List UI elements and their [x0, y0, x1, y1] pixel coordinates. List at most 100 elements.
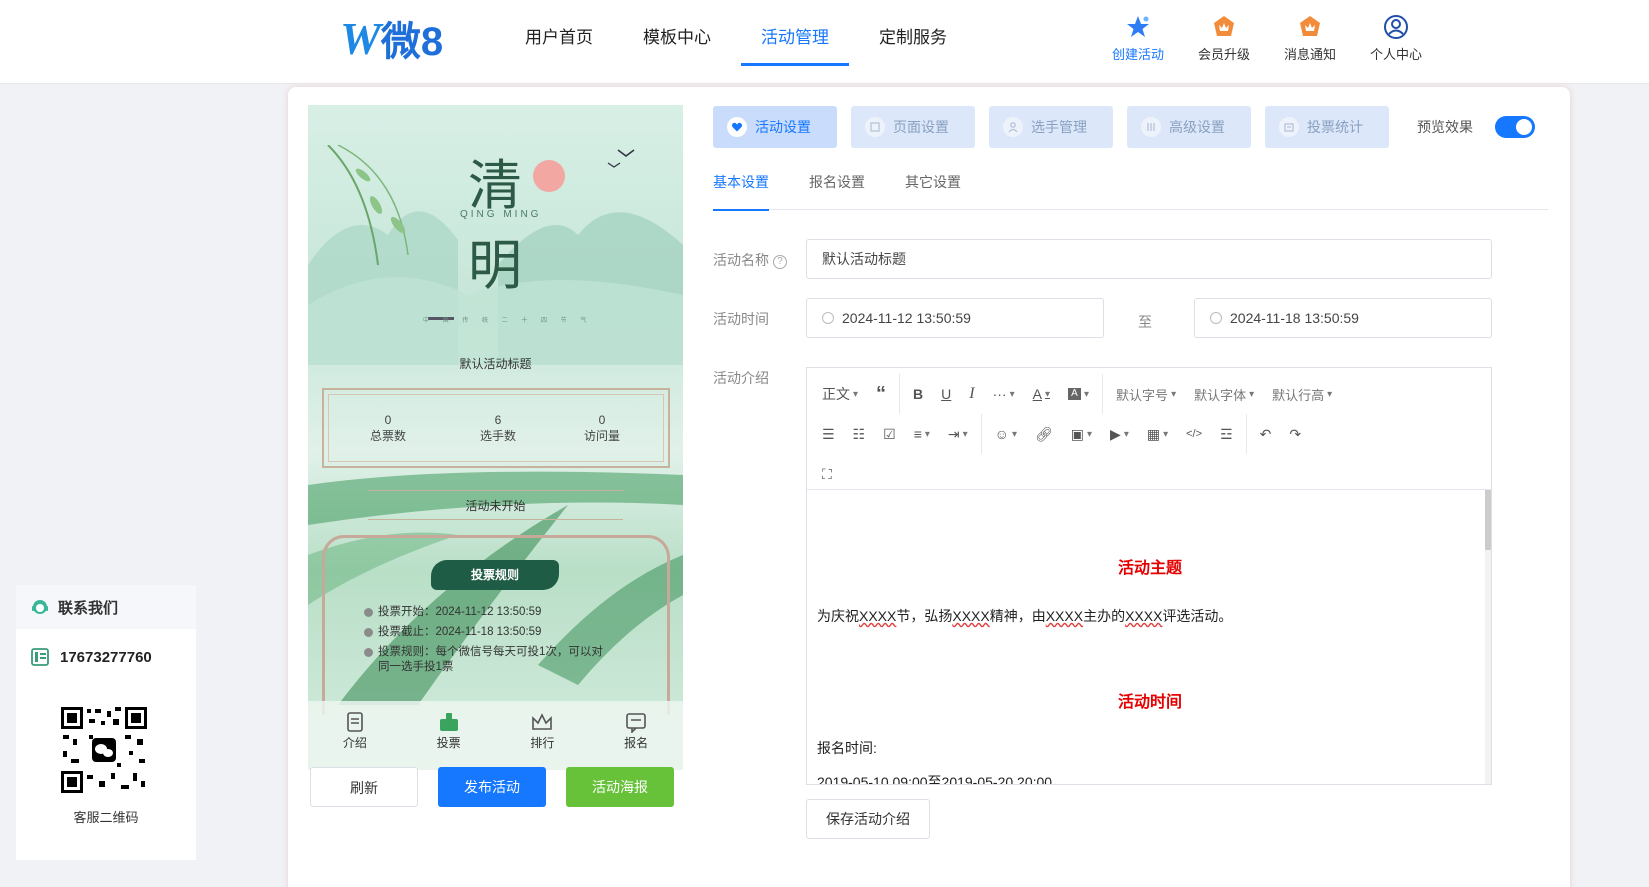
paragraph-format-select[interactable]: 正文 — [813, 379, 867, 409]
preview-action-buttons: 刷新 发布活动 活动海报 — [310, 767, 674, 807]
vote-thumb-icon — [439, 713, 458, 731]
intro-doc-icon — [347, 712, 363, 732]
phone-tab-signup[interactable]: 报名 — [589, 701, 683, 770]
preview-effect-toggle[interactable] — [1495, 116, 1535, 138]
toolbar-divider — [980, 414, 982, 454]
justify-icon[interactable]: ≡ — [905, 419, 939, 449]
create-activity-button[interactable]: 创建活动 — [1095, 14, 1181, 63]
signup-form-icon — [626, 713, 646, 733]
logo-text: 微8 — [380, 20, 444, 64]
contact-header: 联系我们 — [16, 585, 196, 629]
rich-text-editor: 正文 “ B U I ··· A A 默认字号 默认字体 默认行高 ☰ ☷ ☑ … — [806, 367, 1492, 785]
user-center-button[interactable]: 个人中心 — [1353, 14, 1439, 63]
help-question-icon[interactable]: ? — [773, 255, 787, 269]
tab-vote-statistics[interactable]: 投票统计 — [1265, 106, 1389, 148]
indent-icon[interactable]: ⇥ — [939, 419, 977, 449]
bold-icon[interactable]: B — [904, 379, 932, 409]
divider-line-icon[interactable]: ☲ — [1211, 419, 1242, 449]
quote-icon[interactable]: “ — [867, 379, 895, 409]
preview-effect-label: 预览效果 — [1417, 119, 1473, 135]
tab-label: 选手管理 — [1031, 119, 1087, 135]
tab-label: 活动设置 — [755, 119, 811, 135]
stat-label: 总票数 — [369, 429, 406, 443]
underline-icon[interactable]: U — [932, 379, 960, 409]
undo-icon[interactable]: ↶ — [1251, 419, 1281, 449]
more-format-icon[interactable]: ··· — [984, 379, 1024, 409]
image-icon[interactable]: ▣ — [1062, 419, 1101, 449]
subtab-other-settings[interactable]: 其它设置 — [905, 172, 961, 210]
video-icon[interactable]: ▶ — [1101, 419, 1138, 449]
italic-icon[interactable]: I — [960, 379, 983, 409]
todo-checkbox-icon[interactable]: ☑ — [874, 419, 905, 449]
clock-icon — [822, 312, 834, 324]
rank-crown-icon — [532, 713, 553, 730]
phone-tab-rank[interactable]: 排行 — [496, 701, 590, 770]
nav-item-activity-management[interactable]: 活动管理 — [736, 0, 854, 84]
activity-name-input[interactable]: 默认活动标题 — [806, 239, 1492, 279]
phone-tab-intro[interactable]: 介绍 — [308, 701, 402, 770]
content-heading-time: 活动时间 — [1117, 694, 1182, 711]
notification-button[interactable]: 消息通知 — [1267, 14, 1353, 63]
poster-title-english: QING MING — [460, 209, 542, 220]
tab-activity-settings[interactable]: 活动设置 — [713, 106, 837, 148]
link-icon[interactable]: 🔗︎ — [1026, 419, 1062, 449]
rule-line-start: 投票开始：2024-11-12 13:50:59 — [364, 605, 541, 620]
phone-tab-label: 介绍 — [342, 736, 367, 750]
toolbar-divider — [1245, 414, 1247, 454]
toolbar-divider — [899, 374, 901, 414]
font-family-select[interactable]: 默认字体 — [1185, 379, 1263, 409]
top-header: W 微8 用户首页 模板中心 活动管理 定制服务 创建活动 会员升级 消息通知 … — [0, 0, 1649, 84]
editor-content-area[interactable]: 活动主题 为庆祝XXXX节，弘扬XXXX精神，由XXXX主办的XXXX评选活动。… — [807, 490, 1491, 784]
phone-tab-vote[interactable]: 投票 — [402, 701, 496, 770]
stat-value: 0 — [598, 413, 606, 427]
fullscreen-icon[interactable]: ⛶ — [813, 459, 841, 489]
nav-item-home[interactable]: 用户首页 — [500, 0, 618, 84]
logo[interactable]: W 微8 — [340, 13, 443, 65]
code-icon[interactable]: </> — [1177, 419, 1211, 449]
rule-text: 投票规则：每个微信号每天可投1次，可以对同一选手投1票 — [378, 646, 603, 673]
user-center-label: 个人中心 — [1369, 47, 1422, 62]
background-color-icon[interactable]: A — [1059, 379, 1098, 409]
font-color-icon[interactable]: A — [1024, 379, 1059, 409]
tab-contestant-management[interactable]: 选手管理 — [989, 106, 1113, 148]
customer-service-icon — [32, 600, 48, 614]
red-sun-decoration — [533, 160, 565, 192]
tab-page-settings[interactable]: 页面设置 — [851, 106, 975, 148]
content-paragraph-signup-time: 报名时间: — [817, 740, 877, 756]
activity-time-label: 活动时间 — [713, 311, 769, 327]
editor-scrollbar[interactable] — [1485, 490, 1491, 784]
label-text: 活动名称 — [713, 252, 769, 268]
save-activity-intro-button[interactable]: 保存活动介绍 — [806, 799, 930, 839]
activity-start-time-input[interactable]: 2024-11-12 13:50:59 — [806, 298, 1104, 338]
qr-code-label: 客服二维码 — [73, 810, 139, 825]
member-upgrade-button[interactable]: 会员升级 — [1181, 14, 1267, 63]
tab-label: 高级设置 — [1169, 119, 1225, 135]
refresh-button[interactable]: 刷新 — [310, 767, 418, 807]
create-activity-star-icon — [1127, 16, 1149, 37]
redo-icon[interactable]: ↷ — [1280, 419, 1310, 449]
stat-contestants: 6 选手数 — [448, 412, 548, 444]
font-size-select[interactable]: 默认字号 — [1107, 379, 1185, 409]
toolbar-divider — [1102, 374, 1104, 414]
activity-status-banner: 活动未开始 — [368, 490, 623, 520]
emoji-icon[interactable]: ☺ — [986, 419, 1026, 449]
numbered-list-icon[interactable]: ☷ — [844, 419, 875, 449]
settings-tabs: 活动设置 页面设置 选手管理 高级设置 投票统计 预览效果 — [713, 106, 1535, 148]
contact-phone-number[interactable]: 17673277760 — [60, 649, 152, 666]
time-range-separator: 至 — [1138, 314, 1152, 330]
vote-rules-button[interactable]: 投票规则 — [431, 560, 559, 590]
line-height-select[interactable]: 默认行高 — [1263, 379, 1341, 409]
publish-activity-button[interactable]: 发布活动 — [438, 767, 546, 807]
activity-end-time-input[interactable]: 2024-11-18 13:50:59 — [1194, 298, 1492, 338]
content-paragraph-date-range: 2019-05-10 09:00至2019-05-20 20:00 — [817, 774, 1053, 784]
bullet-list-icon[interactable]: ☰ — [813, 419, 844, 449]
stat-label: 访问量 — [583, 429, 620, 443]
tab-advanced-settings[interactable]: 高级设置 — [1127, 106, 1251, 148]
subtab-basic-settings[interactable]: 基本设置 — [713, 172, 769, 211]
contact-phone-row: 17673277760 — [16, 629, 196, 685]
subtab-signup-settings[interactable]: 报名设置 — [809, 172, 865, 210]
activity-poster-button[interactable]: 活动海报 — [566, 767, 674, 807]
nav-item-custom-service[interactable]: 定制服务 — [854, 0, 972, 84]
nav-item-templates[interactable]: 模板中心 — [618, 0, 736, 84]
table-icon[interactable]: ▦ — [1138, 419, 1177, 449]
